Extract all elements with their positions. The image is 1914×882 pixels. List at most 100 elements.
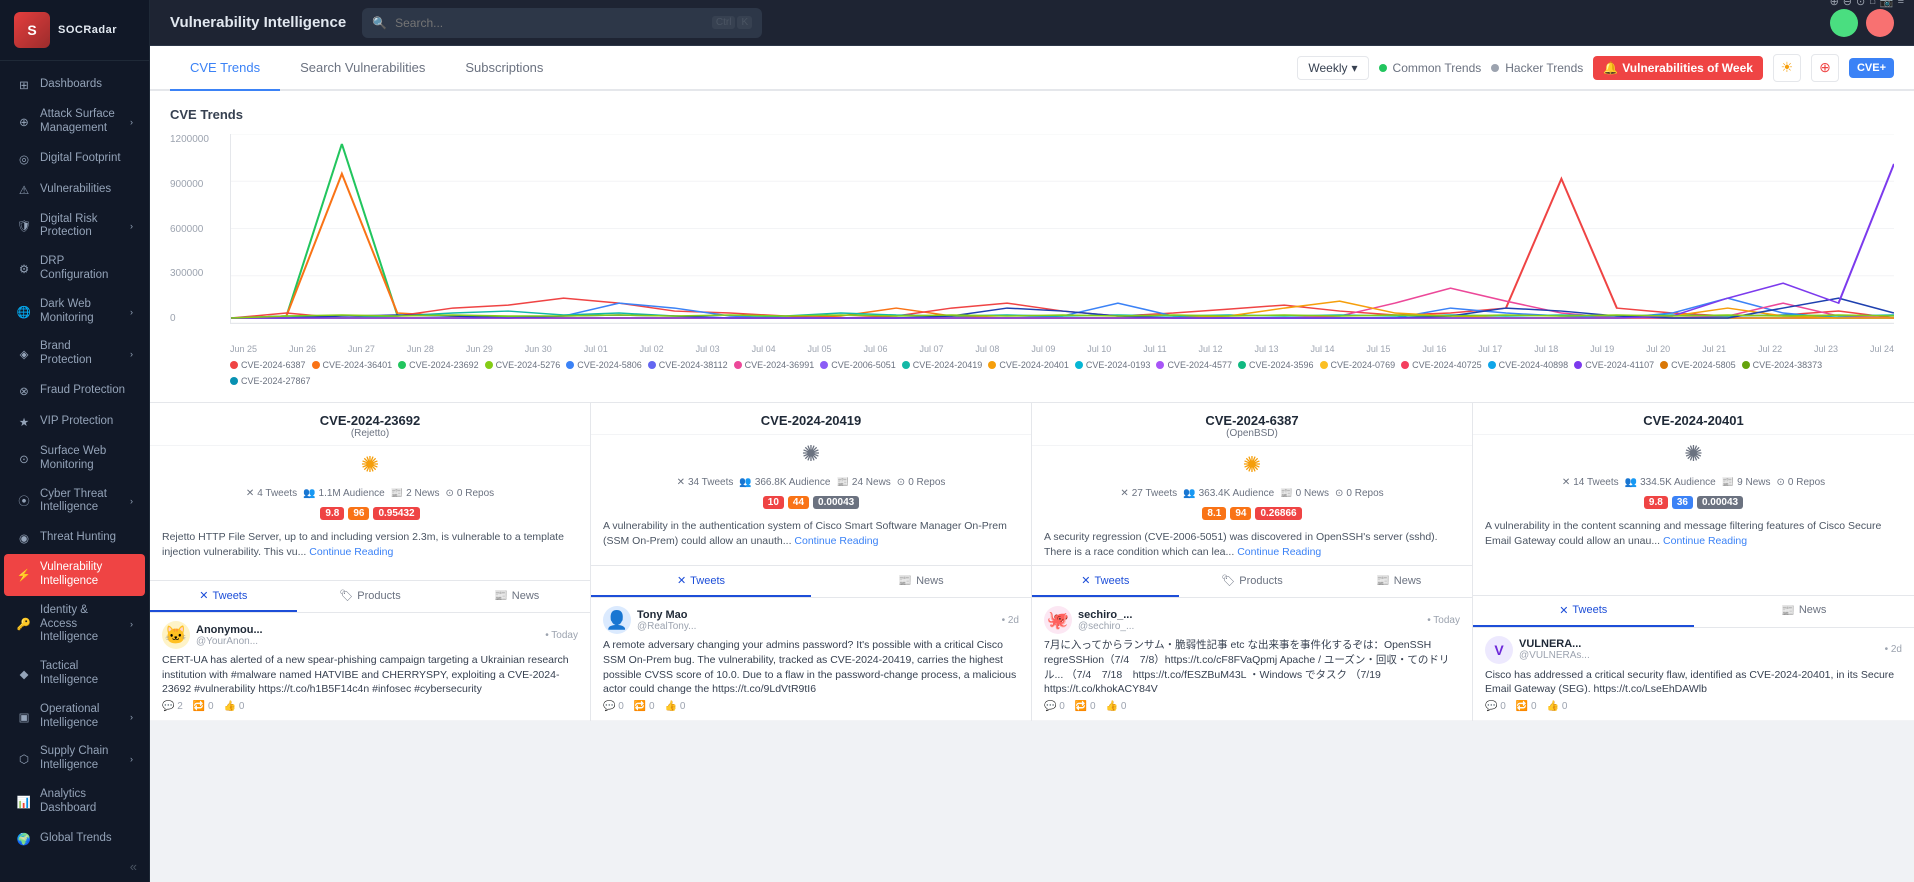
- tab-search-vuln[interactable]: Search Vulnerabilities: [280, 46, 445, 91]
- x-label: Jul 17: [1478, 344, 1502, 354]
- tweet-item-2: 🐙 sechiro_... @sechiro_... • Today 7月に入っ…: [1032, 598, 1472, 721]
- sidebar-item-surface-web[interactable]: ⊙ Surface Web Monitoring: [4, 438, 145, 480]
- legend-item-cve14: CVE-2024-0769: [1320, 360, 1396, 370]
- sidebar-icon-vulnerabilities: ⚠: [16, 182, 32, 198]
- tweet-retweet-3[interactable]: 🔁 0: [1516, 701, 1537, 712]
- sidebar-item-vuln-intel[interactable]: ⚡ Vulnerability Intelligence: [4, 554, 145, 596]
- sidebar-label-drp-config: DRP Configuration: [40, 255, 133, 283]
- sidebar-item-global-trends[interactable]: 🌍 Global Trends: [4, 824, 145, 851]
- continue-reading-0[interactable]: Continue Reading: [309, 546, 393, 558]
- sidebar-item-drp-config[interactable]: ⚙ DRP Configuration: [4, 248, 145, 290]
- sidebar-item-supply-chain[interactable]: ⬡ Supply Chain Intelligence ›: [4, 738, 145, 780]
- tweet-avatar-0: 🐱: [162, 621, 190, 649]
- spider-icon-1: ✺: [802, 441, 820, 467]
- common-trends-toggle[interactable]: Common Trends: [1379, 61, 1482, 75]
- sidebar-item-brand-protection[interactable]: ◈ Brand Protection ›: [4, 333, 145, 375]
- card-header-2: CVE-2024-6387 (OpenBSD): [1032, 403, 1472, 446]
- chart-container: 1200000 900000 600000 300000 0: [170, 134, 1894, 354]
- stat-tweets-2: ✕27 Tweets: [1120, 488, 1177, 499]
- cve-plus-button[interactable]: CVE+: [1849, 58, 1894, 78]
- x-label: Jul 18: [1534, 344, 1558, 354]
- tweet-comment-0[interactable]: 💬 2: [162, 701, 183, 712]
- expand-arrow-attack-surface: ›: [130, 117, 133, 127]
- tweet-retweet-0[interactable]: 🔁 0: [193, 701, 214, 712]
- tweet-comment-1[interactable]: 💬 0: [603, 701, 624, 712]
- sidebar-item-vulnerabilities[interactable]: ⚠ Vulnerabilities: [4, 175, 145, 205]
- sidebar-item-analytics[interactable]: 📊 Analytics Dashboard: [4, 781, 145, 823]
- sidebar-item-operational[interactable]: ▣ Operational Intelligence ›: [4, 696, 145, 738]
- card-spider-0: ✺: [150, 446, 590, 484]
- y-label-2: 300000: [170, 268, 209, 279]
- x-label: Jul 10: [1087, 344, 1111, 354]
- tweet-actions-1: 💬 0 🔁 0 👍 0: [603, 701, 1019, 712]
- sidebar-item-tactical[interactable]: ◆ Tactical Intelligence: [4, 653, 145, 695]
- card-cve-id-1: CVE-2024-20419: [605, 413, 1017, 428]
- sidebar-item-identity-access[interactable]: 🔑 Identity & Access Intelligence ›: [4, 597, 145, 652]
- search-input[interactable]: [395, 16, 704, 30]
- sidebar-item-fraud-protection[interactable]: ⊗ Fraud Protection: [4, 376, 145, 406]
- x-label: Jul 19: [1590, 344, 1614, 354]
- tab-icon-news-3: 📰: [1781, 604, 1795, 617]
- tweet-retweet-1[interactable]: 🔁 0: [634, 701, 655, 712]
- sidebar-label-tactical: Tactical Intelligence: [40, 660, 133, 688]
- tweet-comment-2[interactable]: 💬 0: [1044, 701, 1065, 712]
- x-label: Jul 07: [919, 344, 943, 354]
- continue-reading-3[interactable]: Continue Reading: [1663, 535, 1747, 547]
- collapse-sidebar-button[interactable]: «: [0, 851, 149, 882]
- topbar-right: [1830, 9, 1894, 37]
- tweet-comment-3[interactable]: 💬 0: [1485, 701, 1506, 712]
- sidebar-icon-vip-protection: ★: [16, 414, 32, 430]
- vulnerabilities-of-week-button[interactable]: 🔔 Vulnerabilities of Week: [1593, 56, 1763, 80]
- tab-subscriptions[interactable]: Subscriptions: [445, 46, 563, 91]
- x-label: Jul 21: [1702, 344, 1726, 354]
- tweet-like-3[interactable]: 👍 0: [1547, 701, 1568, 712]
- tab-cve-trends[interactable]: CVE Trends: [170, 46, 280, 91]
- tweet-like-1[interactable]: 👍 0: [665, 701, 686, 712]
- legend-dot-cve4: [485, 361, 493, 369]
- continue-reading-1[interactable]: Continue Reading: [794, 535, 878, 547]
- card-spider-1: ✺: [591, 435, 1031, 473]
- card-desc-2: A security regression (CVE-2006-5051) wa…: [1032, 524, 1472, 565]
- sidebar-label-threat-hunting: Threat Hunting: [40, 531, 133, 545]
- hacker-trends-toggle[interactable]: Hacker Trends: [1491, 61, 1583, 75]
- card-tab-tweets-1[interactable]: ✕ Tweets: [591, 566, 811, 597]
- sidebar-item-dark-web[interactable]: 🌐 Dark Web Monitoring ›: [4, 291, 145, 333]
- tweet-handle-2: @sechiro_...: [1078, 621, 1134, 632]
- sidebar-icon-tactical: ◆: [16, 666, 32, 682]
- weekly-select[interactable]: Weekly ▾: [1297, 56, 1368, 80]
- tweet-retweet-2[interactable]: 🔁 0: [1075, 701, 1096, 712]
- plus-icon-button[interactable]: ⊕: [1811, 54, 1839, 82]
- sidebar-item-vip-protection[interactable]: ★ VIP Protection: [4, 407, 145, 437]
- tweet-item-1: 👤 Tony Mao @RealTony... • 2d A remote ad…: [591, 598, 1031, 721]
- sidebar-item-dashboards[interactable]: ⊞ Dashboards: [4, 70, 145, 100]
- tab-icon-news-1: 📰: [898, 574, 912, 587]
- card-tab-tweets-3[interactable]: ✕ Tweets: [1473, 596, 1694, 627]
- sidebar-item-digital-risk[interactable]: 🛡 Digital Risk Protection ›: [4, 206, 145, 248]
- sidebar-item-digital-footprint[interactable]: ◎ Digital Footprint: [4, 144, 145, 174]
- tweet-like-0[interactable]: 👍 0: [224, 701, 245, 712]
- continue-reading-2[interactable]: Continue Reading: [1237, 546, 1321, 558]
- legend-item-cve13: CVE-2024-3596: [1238, 360, 1314, 370]
- expand-arrow-operational: ›: [130, 712, 133, 722]
- stat-news-0: 📰2 News: [391, 488, 440, 499]
- card-tab-news-3[interactable]: 📰 News: [1694, 596, 1914, 627]
- tweet-like-2[interactable]: 👍 0: [1106, 701, 1127, 712]
- sidebar-icon-fraud-protection: ⊗: [16, 383, 32, 399]
- card-tab-products-0[interactable]: 🏷 Products: [297, 581, 444, 612]
- cve-cards-area: CVE-2024-23692 (Rejetto) ✺ ✕4 Tweets 👥1.…: [150, 402, 1914, 721]
- star-icon-button[interactable]: ☀: [1773, 54, 1801, 82]
- card-tab-tweets-0[interactable]: ✕ Tweets: [150, 581, 297, 612]
- card-tab-news-1[interactable]: 📰 News: [811, 566, 1031, 597]
- card-tab-tweets-2[interactable]: ✕ Tweets: [1032, 566, 1179, 597]
- score-badge: 94: [1230, 507, 1251, 520]
- expand-arrow-identity-access: ›: [130, 619, 133, 629]
- x-label: Jun 30: [525, 344, 552, 354]
- sidebar-item-attack-surface[interactable]: ⊕ Attack Surface Management ›: [4, 101, 145, 143]
- card-tab-news-0[interactable]: 📰 News: [443, 581, 590, 612]
- card-tab-news-2[interactable]: 📰 News: [1325, 566, 1472, 597]
- card-tab-products-2[interactable]: 🏷 Products: [1179, 566, 1326, 597]
- sidebar-item-threat-hunting[interactable]: ◉ Threat Hunting: [4, 523, 145, 553]
- legend-item-cve6: CVE-2024-38112: [648, 360, 728, 370]
- sidebar-item-cyber-threat[interactable]: ⦿ Cyber Threat Intelligence ›: [4, 481, 145, 523]
- top-section: CVE TrendsSearch VulnerabilitiesSubscrip…: [150, 46, 1914, 402]
